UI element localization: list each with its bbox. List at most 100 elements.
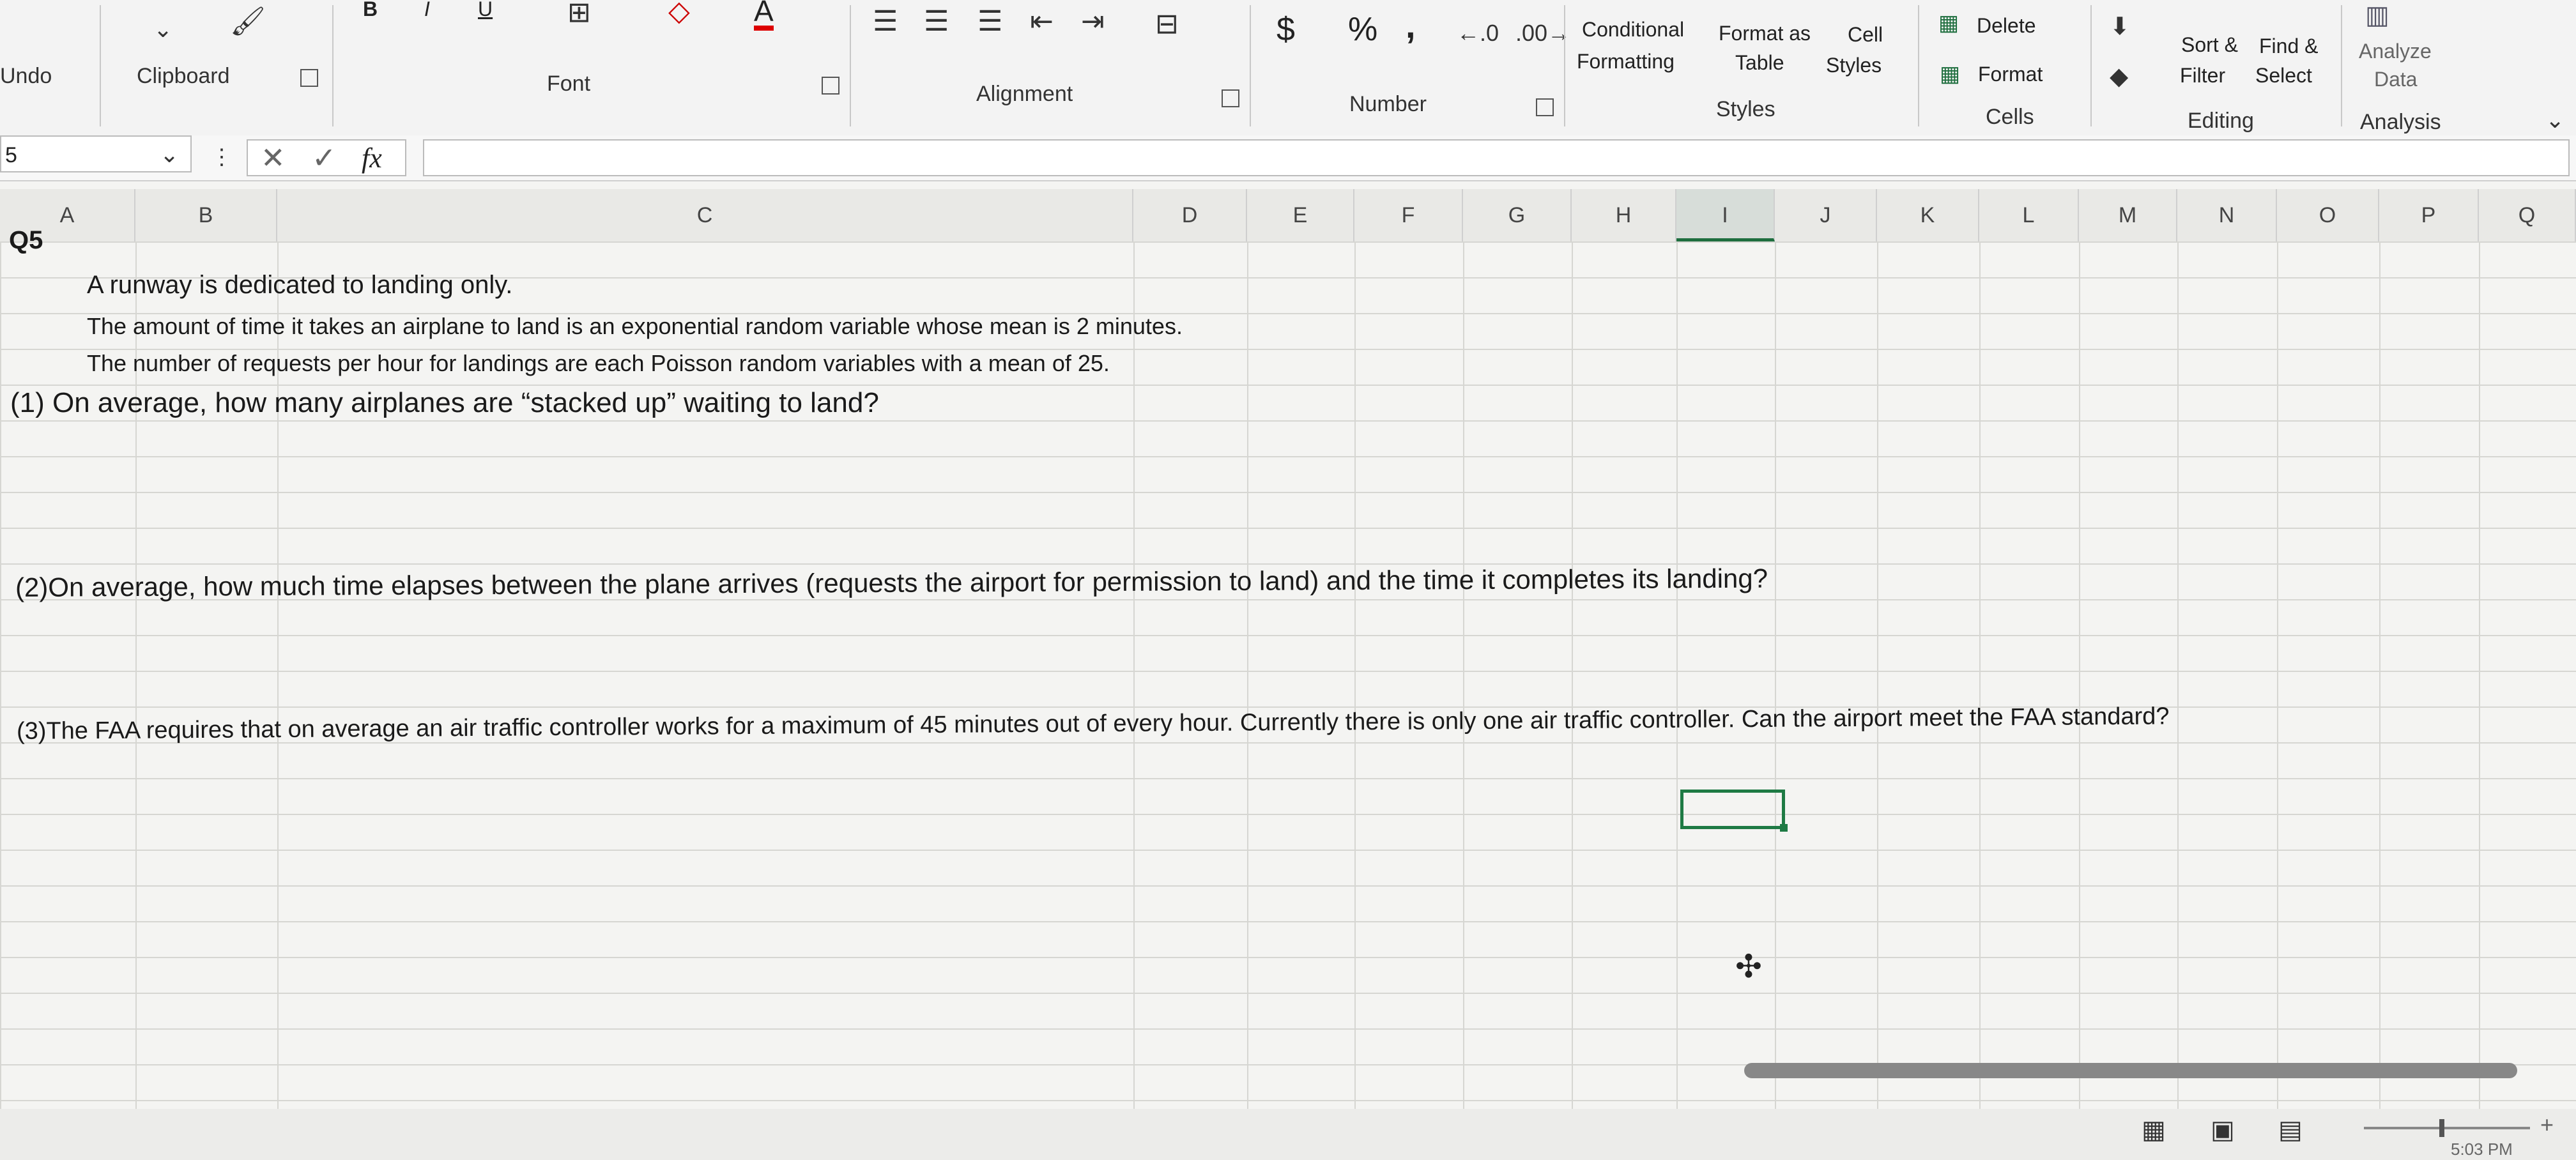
gridline [1133,241,1135,1110]
clear-icon[interactable]: ◆ [2110,61,2128,92]
column-header-d[interactable]: D [1133,189,1247,241]
gridline [1877,241,1878,1110]
italic-button[interactable]: I [424,0,430,23]
cell-cursor-icon: ✣ [1735,949,1762,984]
separator [100,5,101,126]
format-button[interactable]: Format [1978,60,2043,88]
currency-button[interactable]: $ [1276,13,1295,46]
comma-style-button[interactable]: , [1406,8,1416,43]
cell-intro-line3[interactable]: The number of requests per hour for land… [87,350,1110,377]
status-bar: ▦ ▣ ▤ + 5:03 PM [0,1109,2576,1160]
gridline [1979,241,1981,1110]
column-header-o[interactable]: O [2277,189,2379,241]
undo-dropdown-icon[interactable]: ⌄ [153,14,172,45]
gridline [1572,241,1573,1110]
column-header-l[interactable]: L [1979,189,2079,241]
ribbon: ⌄ 🖌 Undo Clipboard B I U ⊞ ◇ A Font ☰ ☰ … [0,0,2576,137]
format-painter-icon[interactable]: 🖌 [230,6,266,37]
zoom-slider[interactable] [2364,1127,2530,1129]
underline-button[interactable]: U [478,0,493,23]
find-select-line2[interactable]: Select [2255,61,2312,89]
sort-filter-line1[interactable]: Sort & [2181,31,2238,59]
column-header-f[interactable]: F [1354,189,1463,241]
decrease-decimal-icon[interactable]: .00→ [1515,18,1570,49]
increase-indent-icon[interactable]: ⇥ [1081,6,1105,37]
column-header-k[interactable]: K [1877,189,1979,241]
align-right-icon[interactable]: ☰ [977,6,1002,37]
horizontal-scrollbar[interactable] [1744,1063,2517,1078]
number-group-label: Number [1349,92,1427,116]
separator [2341,5,2342,126]
ribbon-collapse-chevron-icon[interactable]: ⌄ [2545,105,2564,135]
zoom-in-icon[interactable]: + [2540,1111,2554,1138]
clock-time: 5:03 PM [2451,1140,2513,1159]
cell-a-q5[interactable]: Q5 [9,226,43,255]
column-header-j[interactable]: J [1775,189,1877,241]
styles-group-label: Styles [1716,97,1775,121]
separator [2090,5,2092,126]
delete-cells-icon[interactable]: ▦ [1938,8,1959,38]
cell-styles-line2[interactable]: Styles [1826,51,1882,79]
analyze-data-line1[interactable]: Analyze [2359,37,2432,65]
enter-icon[interactable]: ✓ [312,141,337,175]
cell-question-1[interactable]: (1) On average, how many airplanes are “… [10,387,879,419]
gridline [2177,241,2179,1110]
separator [1918,5,1919,126]
more-options-icon[interactable]: ⋮ [211,142,233,172]
percent-button[interactable]: % [1348,13,1377,46]
format-as-table-line1[interactable]: Format as [1719,19,1811,47]
normal-view-icon[interactable]: ▦ [2142,1115,2166,1145]
cells-group-label: Cells [1986,105,2034,129]
cell-intro-line2[interactable]: The amount of time it takes an airplane … [87,313,1183,340]
format-as-table-line2[interactable]: Table [1735,49,1784,77]
delete-button[interactable]: Delete [1977,11,2036,40]
bold-button[interactable]: B [363,0,378,23]
column-header-n[interactable]: N [2177,189,2277,241]
analyze-data-line2[interactable]: Data [2374,65,2418,93]
number-launcher-icon[interactable] [1536,98,1554,116]
gridline [1463,241,1464,1110]
sort-filter-line2[interactable]: Filter [2180,61,2225,89]
name-box-dropdown-icon[interactable]: ⌄ [160,139,179,170]
page-layout-icon[interactable]: ▣ [2211,1115,2235,1145]
column-headers: A B C D E F G H I J K L M N O P Q [0,189,2576,243]
active-cell-selection[interactable] [1680,790,1788,832]
format-cells-icon[interactable]: ▦ [1940,59,1960,89]
alignment-launcher-icon[interactable] [1222,89,1239,107]
align-center-icon[interactable]: ☰ [924,6,949,37]
conditional-formatting-line1[interactable]: Conditional [1582,15,1684,43]
conditional-formatting-line2[interactable]: Formatting [1577,47,1675,75]
decrease-indent-icon[interactable]: ⇤ [1030,6,1054,37]
align-left-icon[interactable]: ☰ [873,6,898,37]
fill-color-icon[interactable]: ◇ [668,0,690,27]
column-header-p[interactable]: P [2379,189,2479,241]
font-color-button[interactable]: A [754,0,774,31]
insert-function-button[interactable]: fx [362,142,382,174]
column-header-q[interactable]: Q [2479,189,2576,241]
column-header-g[interactable]: G [1463,189,1572,241]
cell-styles-line1[interactable]: Cell [1848,20,1883,49]
fill-icon[interactable]: ⬇ [2110,11,2130,42]
column-header-i[interactable]: I [1676,189,1775,241]
merge-center-icon[interactable]: ⊟ [1155,9,1179,40]
formula-input[interactable] [423,139,2570,176]
find-select-line1[interactable]: Find & [2259,32,2318,60]
fill-handle[interactable] [1780,824,1788,832]
clipboard-launcher-icon[interactable] [300,69,318,87]
increase-decimal-icon[interactable]: ←.0 [1457,18,1499,49]
column-header-b[interactable]: B [135,189,277,241]
formula-bar: 5 ⌄ ⋮ ✕ ✓ fx [0,135,2576,181]
cancel-icon[interactable]: ✕ [261,141,286,175]
column-header-c[interactable]: C [277,189,1133,241]
separator [1250,5,1251,126]
column-header-e[interactable]: E [1247,189,1354,241]
zoom-slider-thumb[interactable] [2439,1119,2444,1137]
column-header-h[interactable]: H [1572,189,1676,241]
page-break-icon[interactable]: ▤ [2278,1115,2303,1145]
cell-intro-line1[interactable]: A runway is dedicated to landing only. [87,271,512,300]
column-header-m[interactable]: M [2079,189,2177,241]
separator [1564,5,1565,126]
analyze-data-icon[interactable]: ▥ [2365,0,2389,31]
borders-icon[interactable]: ⊞ [567,0,591,28]
font-launcher-icon[interactable] [822,77,839,95]
